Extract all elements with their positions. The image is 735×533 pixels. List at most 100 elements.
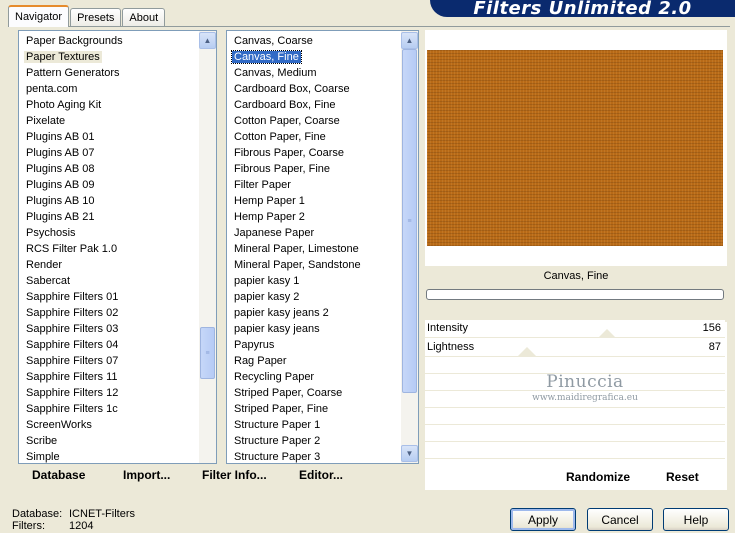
filter-item-label: Rag Paper [234, 355, 287, 367]
filter-item[interactable]: Canvas, Fine [227, 49, 401, 65]
category-item[interactable]: RCS Filter Pak 1.0 [19, 241, 199, 257]
filter-item-label: Filter Paper [234, 179, 291, 191]
scroll-thumb[interactable]: ≡ [402, 49, 417, 393]
filter-item[interactable]: Filter Paper [227, 177, 401, 193]
category-item[interactable]: Paper Textures [19, 49, 199, 65]
filter-item[interactable]: Cotton Paper, Fine [227, 129, 401, 145]
randomize-button[interactable]: Randomize [566, 470, 630, 484]
scroll-down-icon[interactable]: ▼ [401, 445, 418, 462]
cancel-button[interactable]: Cancel [587, 508, 653, 531]
param-lightness-slider[interactable]: Lightness 87 [425, 339, 725, 357]
editor-button[interactable]: Editor... [299, 468, 343, 482]
filter-item-label: Fibrous Paper, Fine [234, 163, 330, 175]
apply-button[interactable]: Apply [510, 508, 576, 531]
filter-item-label: papier kasy jeans 2 [234, 307, 329, 319]
watermark-name: Pinuccia [546, 372, 624, 392]
filter-item[interactable]: Fibrous Paper, Fine [227, 161, 401, 177]
filter-item[interactable]: Structure Paper 2 [227, 433, 401, 449]
filter-info-button[interactable]: Filter Info... [202, 468, 267, 482]
filter-item[interactable]: Structure Paper 1 [227, 417, 401, 433]
category-item[interactable]: Sapphire Filters 01 [19, 289, 199, 305]
category-item[interactable]: Sapphire Filters 12 [19, 385, 199, 401]
scroll-up-icon[interactable]: ▲ [199, 32, 216, 49]
tab-strip: Navigator Presets About [8, 5, 166, 27]
filter-scrollbar[interactable]: ▲ ≡ ▼ [401, 31, 418, 463]
filter-item[interactable]: Papyrus [227, 337, 401, 353]
watermark-url: www.maidiregrafica.eu [532, 393, 638, 403]
filter-item-label: Japanese Paper [234, 227, 315, 239]
tab-presets[interactable]: Presets [70, 8, 122, 27]
filter-item[interactable]: Mineral Paper, Sandstone [227, 257, 401, 273]
filter-item-label: papier kasy 2 [234, 291, 300, 303]
category-item-label: Simple [26, 451, 60, 463]
category-item-label: Plugins AB 08 [26, 163, 95, 175]
filter-item[interactable]: Cardboard Box, Fine [227, 97, 401, 113]
param-intensity-slider[interactable]: Intensity 156 [425, 320, 725, 338]
category-item[interactable]: Sapphire Filters 07 [19, 353, 199, 369]
filter-item[interactable]: Hemp Paper 2 [227, 209, 401, 225]
category-item[interactable]: Plugins AB 09 [19, 177, 199, 193]
reset-button[interactable]: Reset [666, 470, 699, 484]
category-item[interactable]: penta.com [19, 81, 199, 97]
filters-value: 1204 [69, 520, 94, 532]
import-button[interactable]: Import... [123, 468, 170, 482]
tab-navigator[interactable]: Navigator [8, 5, 70, 27]
category-item[interactable]: Sapphire Filters 03 [19, 321, 199, 337]
filter-item[interactable]: Canvas, Medium [227, 65, 401, 81]
filter-item[interactable]: Japanese Paper [227, 225, 401, 241]
scroll-thumb[interactable]: ≡ [200, 327, 215, 379]
category-scrollbar[interactable]: ▲ ≡ ▼ [199, 31, 216, 463]
filter-item[interactable]: papier kasy jeans [227, 321, 401, 337]
slider-marker-icon [518, 347, 536, 356]
category-item-label: RCS Filter Pak 1.0 [26, 243, 118, 255]
filter-item-label: Cardboard Box, Fine [234, 99, 336, 111]
category-item[interactable]: Sapphire Filters 02 [19, 305, 199, 321]
category-item[interactable]: Sapphire Filters 04 [19, 337, 199, 353]
filter-item[interactable]: Striped Paper, Coarse [227, 385, 401, 401]
category-item[interactable]: Photo Aging Kit [19, 97, 199, 113]
category-item[interactable]: Scribe [19, 433, 199, 449]
category-item[interactable]: Render [19, 257, 199, 273]
filter-item[interactable]: papier kasy jeans 2 [227, 305, 401, 321]
filter-item[interactable]: Recycling Paper [227, 369, 401, 385]
filter-item[interactable]: Striped Paper, Fine [227, 401, 401, 417]
filter-item-label: Cotton Paper, Coarse [234, 115, 340, 127]
category-item[interactable]: Sapphire Filters 1c [19, 401, 199, 417]
filter-item-label: Striped Paper, Coarse [234, 387, 343, 399]
category-item[interactable]: Sabercat [19, 273, 199, 289]
category-item-label: Plugins AB 07 [26, 147, 95, 159]
tab-about[interactable]: About [122, 8, 166, 27]
filters-label: Filters: [12, 520, 45, 532]
category-list[interactable]: Paper Backgrounds Paper Textures Pattern G… [19, 31, 199, 463]
category-item[interactable]: Psychosis [19, 225, 199, 241]
category-item[interactable]: Pattern Generators [19, 65, 199, 81]
filter-item[interactable]: Mineral Paper, Limestone [227, 241, 401, 257]
help-button[interactable]: Help [663, 508, 729, 531]
category-item[interactable]: Plugins AB 01 [19, 129, 199, 145]
filter-item[interactable]: Hemp Paper 1 [227, 193, 401, 209]
filter-item[interactable]: Cardboard Box, Coarse [227, 81, 401, 97]
filter-list-panel: Canvas, Coarse Canvas, Fine Canvas, Medium… [226, 30, 419, 464]
category-item[interactable]: Plugins AB 07 [19, 145, 199, 161]
filter-item[interactable]: Rag Paper [227, 353, 401, 369]
category-item-label: Sapphire Filters 11 [26, 371, 118, 383]
category-item-label: Plugins AB 21 [26, 211, 95, 223]
filter-list[interactable]: Canvas, Coarse Canvas, Fine Canvas, Medium… [227, 31, 401, 463]
category-item[interactable]: ScreenWorks [19, 417, 199, 433]
filter-item[interactable]: Cotton Paper, Coarse [227, 113, 401, 129]
filter-item-label: Canvas, Medium [234, 67, 317, 79]
filter-item[interactable]: Structure Paper 3 [227, 449, 401, 463]
category-item[interactable]: Sapphire Filters 11 [19, 369, 199, 385]
category-item[interactable]: Paper Backgrounds [19, 33, 199, 49]
category-item[interactable]: Pixelate [19, 113, 199, 129]
filter-item[interactable]: Fibrous Paper, Coarse [227, 145, 401, 161]
category-item[interactable]: Plugins AB 10 [19, 193, 199, 209]
filter-item[interactable]: papier kasy 2 [227, 289, 401, 305]
filter-item[interactable]: Canvas, Coarse [227, 33, 401, 49]
category-item[interactable]: Plugins AB 08 [19, 161, 199, 177]
scroll-up-icon[interactable]: ▲ [401, 32, 418, 49]
category-item[interactable]: Plugins AB 21 [19, 209, 199, 225]
category-item[interactable]: Simple [19, 449, 199, 463]
database-button[interactable]: Database [32, 468, 85, 482]
filter-item[interactable]: papier kasy 1 [227, 273, 401, 289]
